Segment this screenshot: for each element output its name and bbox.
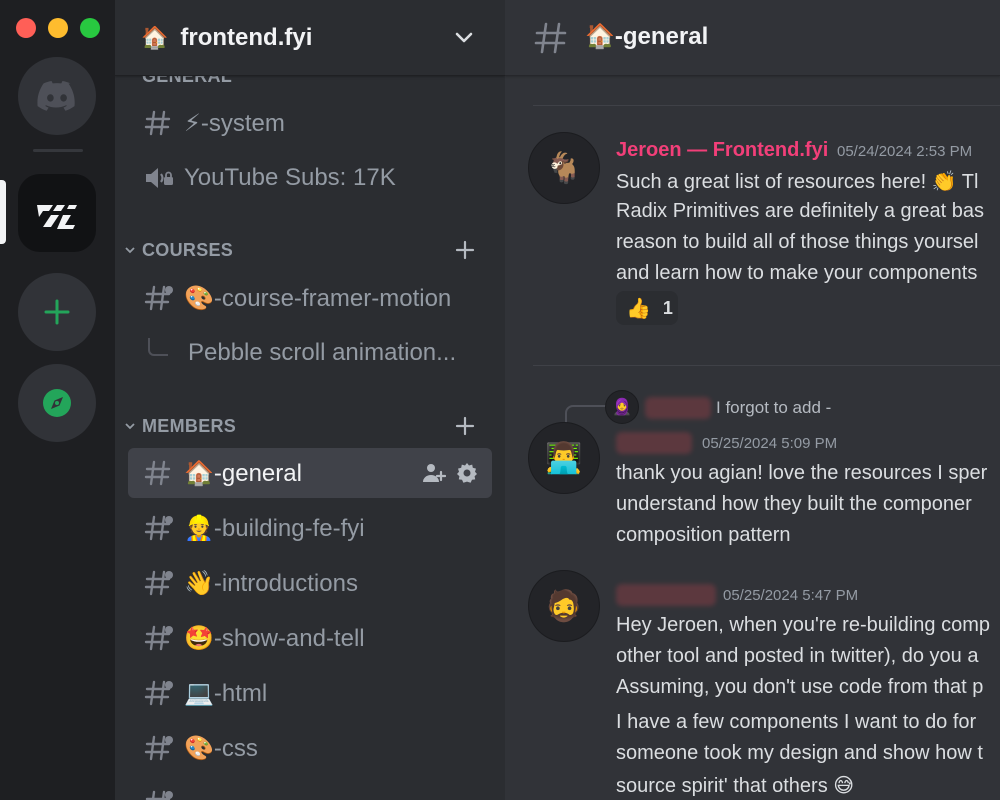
- channel-show-and-tell[interactable]: 🤩-show-and-tell: [128, 613, 492, 663]
- category-label: COURSES: [142, 240, 234, 260]
- forum-icon: [144, 515, 173, 541]
- reply-preview-text[interactable]: I forgot to add -: [716, 398, 831, 418]
- channel-label: 💻-html: [184, 679, 268, 707]
- chat-header: 🏠-general: [505, 0, 1000, 76]
- reply-connector: [565, 405, 609, 423]
- avatar[interactable]: 👨‍💻: [528, 422, 600, 494]
- plus-icon: [44, 299, 70, 325]
- redacted-reply-author: [645, 397, 711, 419]
- discord-logo-icon: [37, 81, 75, 111]
- channel-label: 🏠-general: [184, 459, 302, 487]
- gear-icon[interactable]: [456, 462, 478, 484]
- message-text: reason to build all of those things your…: [616, 231, 979, 253]
- server-divider: [33, 149, 83, 152]
- frontend-fyi-logo-icon: [37, 205, 77, 229]
- channel-sidebar: 🏠 frontend.fyi GENERAL ⚡-system YouTube …: [115, 0, 505, 800]
- chevron-down-icon: [125, 247, 135, 254]
- channel-system[interactable]: ⚡-system: [128, 98, 492, 148]
- forum-icon: [145, 790, 173, 800]
- hash-icon: [534, 22, 567, 54]
- message-text: Hey Jeroen, when you're re-building comp: [616, 614, 991, 636]
- channel-label: YouTube Subs: 17K: [184, 164, 396, 191]
- message-text: Radix Primitives are definitely a great …: [616, 200, 984, 222]
- channel-youtube-subs[interactable]: YouTube Subs: 17K: [128, 153, 492, 203]
- invite-people-icon[interactable]: [422, 462, 446, 484]
- hash-icon: [144, 110, 171, 136]
- channel-actions: [422, 462, 478, 484]
- channel-label: 👷-building-fe-fyi: [184, 514, 365, 542]
- forum-icon: [144, 570, 173, 596]
- close-window-button[interactable]: [16, 18, 36, 38]
- channel-css[interactable]: 🎨-css: [128, 723, 492, 773]
- channel-general[interactable]: 🏠-general: [128, 448, 492, 498]
- message-text: Assuming, you don't use code from that p: [616, 676, 984, 698]
- avatar[interactable]: 🐐: [528, 132, 600, 204]
- chevron-down-icon: [455, 32, 473, 43]
- server-frontend-fyi-button[interactable]: [18, 174, 96, 252]
- timestamp: 05/24/2024 2:53 PM: [837, 143, 973, 160]
- zoom-window-button[interactable]: [80, 18, 100, 38]
- thread-label: Pebble scroll animation...: [188, 339, 457, 366]
- channel-partial[interactable]: [128, 778, 492, 800]
- channel-title: 🏠-general: [585, 23, 709, 50]
- category-label: MEMBERS: [142, 416, 237, 436]
- thumbs-up-icon: 👍: [626, 297, 651, 320]
- explore-servers-button[interactable]: [18, 364, 96, 442]
- create-channel-icon[interactable]: [455, 416, 475, 436]
- message-text: Such a great list of resources here! 👏 T…: [616, 171, 979, 193]
- message-text: and learn how to make your components: [616, 262, 978, 284]
- reaction-count: 1: [662, 297, 673, 318]
- channel-html[interactable]: 💻-html: [128, 668, 492, 718]
- window-controls: [16, 18, 100, 38]
- thread-pebble-scroll[interactable]: Pebble scroll animation...: [128, 328, 492, 378]
- server-home-button[interactable]: [18, 57, 96, 135]
- active-server-indicator: [0, 180, 6, 244]
- message-text: I have a few components I want to do for: [616, 711, 977, 733]
- channel-building-fe-fyi[interactable]: 👷-building-fe-fyi: [128, 503, 492, 553]
- category-members[interactable]: MEMBERS: [115, 411, 505, 441]
- timestamp: 05/25/2024 5:47 PM: [723, 587, 859, 604]
- channel-label: 🎨-course-framer-motion: [184, 284, 452, 312]
- channel-label: 👋-introductions: [184, 569, 358, 597]
- reaction-thumbs-up[interactable]: 👍 1: [616, 291, 678, 325]
- channel-course-framer-motion[interactable]: 🎨-course-framer-motion: [128, 273, 492, 323]
- chat-area: 🏠-general 🐐 Jeroen — Frontend.fyi 05/24/…: [505, 0, 1000, 800]
- hash-icon: [144, 460, 171, 486]
- channel-label: 🎨-css: [184, 734, 258, 762]
- message-text: thank you agian! love the resources I sp…: [616, 462, 988, 484]
- create-channel-icon[interactable]: [455, 240, 475, 260]
- avatar[interactable]: 🧔: [528, 570, 600, 642]
- message-text: understand how they built the componer: [616, 493, 972, 515]
- minimize-window-button[interactable]: [48, 18, 68, 38]
- guild-header-button[interactable]: 🏠 frontend.fyi: [115, 0, 505, 76]
- message-divider: [533, 105, 1000, 106]
- message-divider: [533, 365, 1000, 366]
- author-name[interactable]: Jeroen — Frontend.fyi: [616, 139, 828, 162]
- message-text: source spirit' that others 😅: [616, 775, 855, 797]
- server-rail: [0, 0, 115, 800]
- channel-label: ⚡-system: [184, 109, 285, 137]
- channel-label: 🤩-show-and-tell: [184, 624, 365, 652]
- message-text: other tool and posted in twitter), do yo…: [616, 645, 979, 667]
- forum-icon: [144, 625, 173, 651]
- redacted-author-name[interactable]: [616, 584, 716, 606]
- reply-avatar[interactable]: 🧕: [605, 390, 639, 424]
- add-server-button[interactable]: [18, 273, 96, 351]
- compass-icon: [43, 389, 71, 417]
- category-courses[interactable]: COURSES: [115, 235, 505, 265]
- speaker-locked-icon: [146, 168, 173, 188]
- channel-introductions[interactable]: 👋-introductions: [128, 558, 492, 608]
- guild-icon: 🏠: [141, 24, 169, 50]
- redacted-author-name[interactable]: [616, 432, 692, 454]
- guild-name: frontend.fyi: [180, 23, 313, 51]
- chevron-down-icon: [125, 423, 135, 430]
- message-text: someone took my design and show how t: [616, 742, 983, 764]
- timestamp: 05/25/2024 5:09 PM: [702, 435, 838, 452]
- forum-icon: [144, 285, 173, 311]
- forum-icon: [144, 735, 173, 761]
- forum-icon: [144, 680, 173, 706]
- message-text: composition pattern: [616, 524, 791, 546]
